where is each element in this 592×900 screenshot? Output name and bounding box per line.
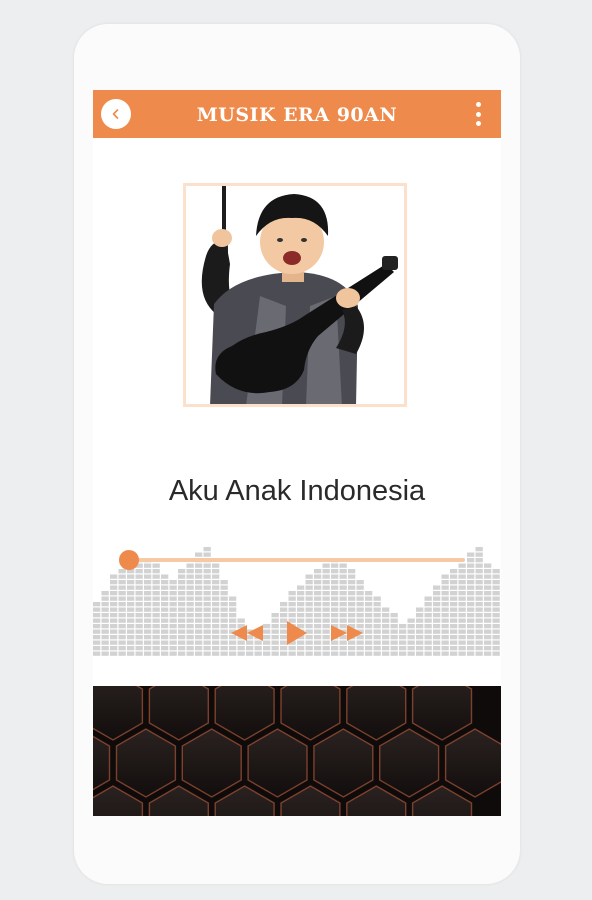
play-button[interactable] — [284, 620, 308, 646]
fast-forward-icon — [331, 625, 363, 641]
app-bar: MUSIK ERA 90AN — [93, 90, 501, 138]
app-title: MUSIK ERA 90AN — [196, 104, 398, 126]
play-icon — [287, 621, 307, 645]
album-art-image — [186, 186, 404, 404]
seek-bar-track[interactable] — [129, 558, 465, 562]
fast-forward-button[interactable] — [328, 623, 364, 643]
song-title: Aku Anak Indonesia — [168, 475, 426, 507]
overflow-menu-button[interactable] — [473, 102, 483, 126]
app-screen: MUSIK ERA 90AN Aku Anak Indonesia — [93, 90, 501, 816]
more-vertical-icon — [475, 102, 481, 107]
chevron-left-icon — [112, 109, 119, 119]
hexagon-pattern — [93, 614, 501, 816]
album-art — [183, 183, 407, 407]
rewind-button[interactable] — [230, 623, 266, 643]
rewind-icon — [231, 625, 263, 641]
back-button[interactable] — [101, 99, 131, 129]
seek-bar-thumb[interactable] — [119, 550, 139, 570]
hexagon-banner — [93, 614, 501, 816]
